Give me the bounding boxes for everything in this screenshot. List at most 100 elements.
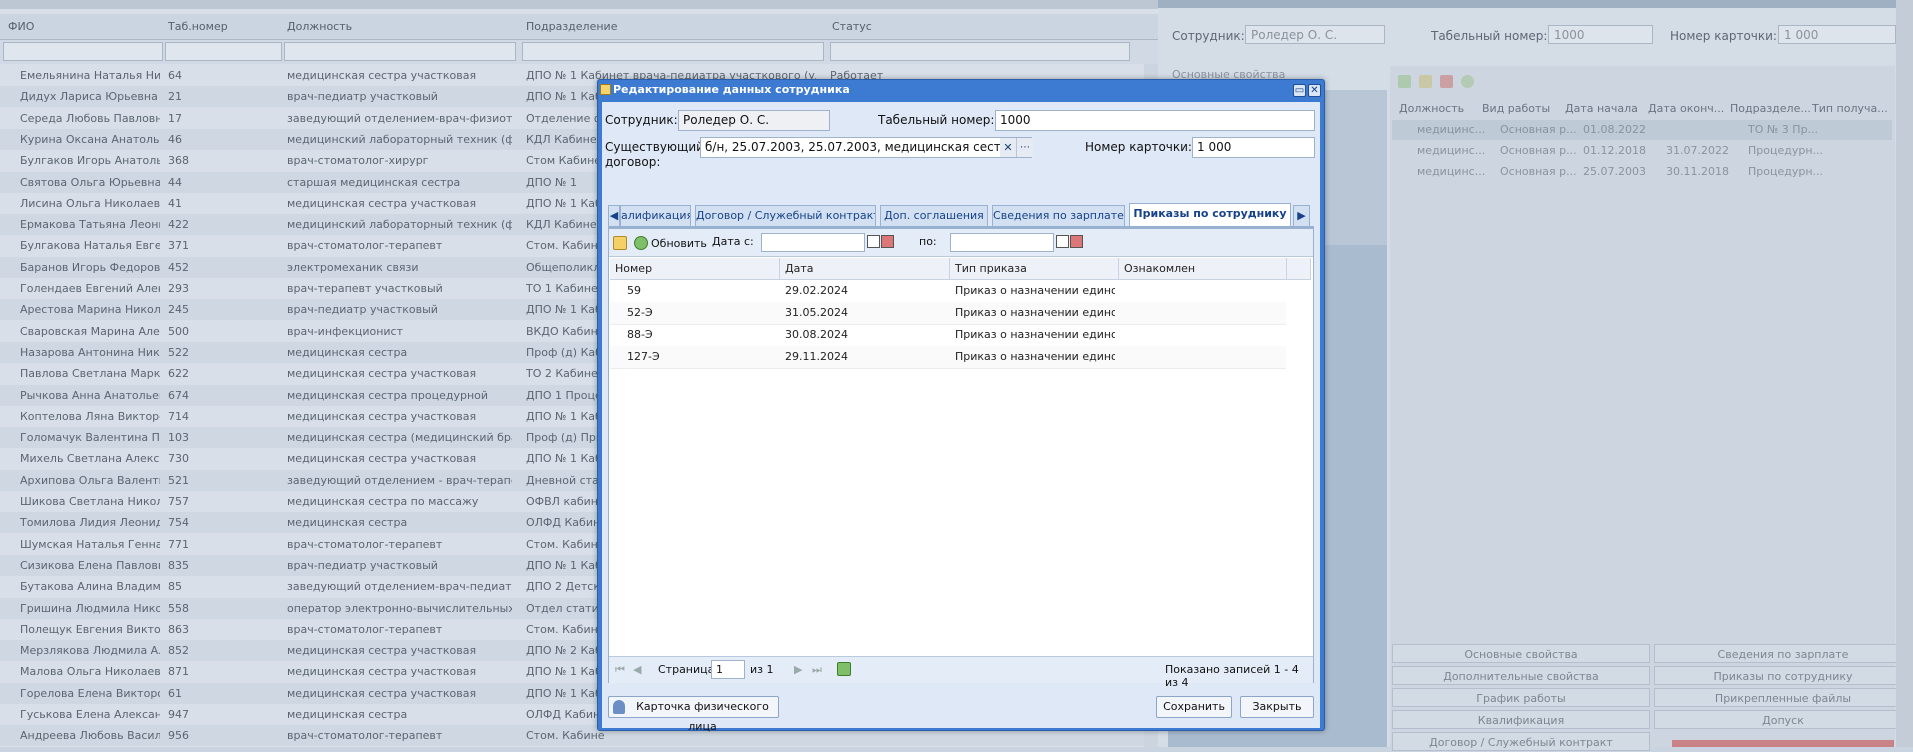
col-tabnum[interactable]: Таб.номер (168, 20, 228, 33)
last-page-icon[interactable]: ⏭ (812, 663, 822, 677)
filter-position[interactable] (284, 42, 516, 61)
positions-col-header[interactable]: Вид работы (1482, 102, 1550, 115)
details-section-button[interactable]: Прикрепленные файлы (1654, 688, 1912, 707)
col-acquainted[interactable]: Ознакомлен (1119, 258, 1287, 280)
add-icon[interactable] (1398, 75, 1411, 88)
table-cell: медицинская сестра участковая (287, 452, 477, 466)
edit-icon[interactable] (613, 236, 627, 250)
contract-label-line2: договор: (605, 155, 661, 169)
col-date[interactable]: Дата (780, 258, 950, 280)
filter-tabnum[interactable] (165, 42, 282, 61)
col-fio[interactable]: ФИО (8, 20, 34, 33)
positions-row[interactable]: медицинс... Основная р... 25.07.2003 30.11.… (1392, 162, 1892, 182)
card-number-field[interactable]: 1 000 (1192, 137, 1315, 158)
orders-cell: 31.05.2024 (785, 306, 848, 319)
tab-qualification[interactable]: алификация (620, 205, 691, 226)
dialog-titlebar[interactable]: Редактирование данных сотрудника ▭ ✕ (598, 80, 1324, 100)
save-button[interactable]: Сохранить (1156, 696, 1232, 718)
tab-salary[interactable]: Сведения по зарплате (992, 205, 1125, 226)
ellipsis-icon[interactable]: ⋯ (1016, 138, 1033, 157)
positions-col-header[interactable]: Подразделе... (1730, 102, 1811, 115)
table-cell: Мерзлякова Людмила Ал... (20, 644, 160, 658)
col-department[interactable]: Подразделение (526, 20, 617, 33)
table-cell: Голендаев Евгений Алек... (20, 282, 160, 295)
table-cell: медицинская сестра (287, 708, 408, 721)
edit-icon[interactable] (1419, 75, 1432, 88)
orders-cell: Приказ о назначении единов... (955, 306, 1115, 319)
tabs-scroll-right-icon[interactable]: ▶ (1293, 205, 1310, 226)
filter-fio[interactable] (3, 42, 163, 61)
orders-row[interactable]: 52-Э 31.05.2024 Приказ о назначении единов… (610, 302, 1286, 325)
col-number[interactable]: Номер (610, 258, 780, 280)
table-cell: 64 (168, 69, 182, 82)
bg-tabnum-field[interactable]: 1000 (1548, 25, 1653, 44)
person-card-label: Карточка физического лица (636, 700, 769, 733)
refresh-icon[interactable] (634, 236, 648, 250)
tab-contract[interactable]: Договор / Служебный контракт (695, 205, 876, 226)
details-section-button[interactable]: Основные свойства (1392, 644, 1650, 663)
filter-status[interactable] (830, 42, 1130, 61)
tabs-scroll-left-icon[interactable]: ◀ (608, 205, 620, 226)
positions-col-header[interactable]: Тип получа... (1812, 102, 1888, 115)
tab-extra-agreements[interactable]: Доп. соглашения (880, 205, 988, 226)
details-section-button[interactable]: График работы (1392, 688, 1650, 707)
positions-row[interactable]: медицинс... Основная р... 01.12.2018 31.07.… (1392, 141, 1892, 161)
refresh-icon[interactable] (837, 662, 851, 676)
positions-row[interactable]: медицинс... Основная р... 01.08.2022 ТО № 3… (1392, 120, 1892, 140)
employee-field[interactable]: Роледер О. С. (678, 110, 830, 131)
contract-combo[interactable]: б/н, 25.07.2003, 25.07.2003, медицинская… (700, 137, 1032, 158)
col-scroll-spacer (1287, 258, 1311, 280)
next-page-icon[interactable]: ▶ (794, 663, 802, 676)
positions-col-header[interactable]: Дата начала (1565, 102, 1638, 115)
table-cell: 754 (168, 516, 189, 530)
table-cell: медицинская сестра участковая (287, 644, 477, 658)
table-cell: 61 (168, 686, 182, 700)
delete-icon[interactable] (1440, 75, 1453, 88)
clear-date-icon[interactable] (881, 235, 894, 248)
close-icon[interactable]: ✕ (1308, 84, 1321, 97)
filter-department[interactable] (522, 42, 824, 61)
col-status[interactable]: Статус (832, 20, 872, 33)
table-cell: 452 (168, 260, 189, 274)
bg-employee-field[interactable]: Роледер О. С. (1245, 25, 1385, 44)
background-toolbar (0, 0, 1158, 9)
maximize-icon[interactable]: ▭ (1293, 84, 1306, 97)
calendar-icon[interactable] (1056, 235, 1069, 248)
date-to-field[interactable] (950, 233, 1054, 252)
refresh-button[interactable]: Обновить (651, 237, 707, 250)
table-cell: врач-стоматолог-терапевт (287, 729, 443, 743)
refresh-icon[interactable] (1461, 75, 1474, 88)
first-page-icon[interactable]: ⏮ (615, 663, 625, 677)
positions-col-header[interactable]: Должность (1399, 102, 1464, 115)
orders-row[interactable]: 88-Э 30.08.2024 Приказ о назначении единов… (610, 324, 1286, 347)
table-cell: Дидух Лариса Юрьевна (20, 90, 158, 104)
prev-page-icon[interactable]: ◀ (633, 663, 641, 676)
details-section-button[interactable]: Сведения по зарплате (1654, 644, 1912, 663)
person-card-button[interactable]: Карточка физического лица (608, 696, 779, 733)
table-cell: медицинская сестра участковая (287, 665, 477, 679)
table-cell: 245 (168, 303, 189, 317)
orders-cell: 127-Э (627, 350, 660, 363)
close-button[interactable]: Закрыть (1240, 696, 1314, 718)
orders-row[interactable]: 127-Э 29.11.2024 Приказ о назначении едино… (610, 346, 1286, 369)
clear-date-icon[interactable] (1070, 235, 1083, 248)
bg-card-field[interactable]: 1 000 (1778, 25, 1896, 44)
details-section-button[interactable]: Квалификация (1392, 710, 1650, 729)
page-scrollbar[interactable] (1896, 0, 1913, 747)
details-section-button[interactable]: Допуск (1654, 710, 1912, 729)
date-from-field[interactable] (761, 233, 865, 252)
col-position[interactable]: Должность (287, 20, 352, 33)
details-section-button[interactable]: Договор / Служебный контракт (1392, 732, 1650, 751)
calendar-icon[interactable] (867, 235, 880, 248)
details-section-button[interactable]: Приказы по сотруднику (1654, 666, 1912, 685)
orders-row[interactable]: 59 29.02.2024 Приказ о назначении единов..… (610, 280, 1286, 303)
page-number-input[interactable]: 1 (711, 660, 745, 679)
tab-orders[interactable]: Приказы по сотруднику (1129, 203, 1291, 227)
table-cell: 371 (168, 239, 189, 253)
card-number-label: Номер карточки: (1085, 140, 1192, 154)
positions-col-header[interactable]: Дата оконч... (1648, 102, 1724, 115)
clear-icon[interactable]: ✕ (1000, 138, 1016, 157)
tab-number-field[interactable]: 1000 (995, 110, 1315, 131)
col-order-type[interactable]: Тип приказа (950, 258, 1119, 280)
details-section-button[interactable]: Дополнительные свойства (1392, 666, 1650, 685)
